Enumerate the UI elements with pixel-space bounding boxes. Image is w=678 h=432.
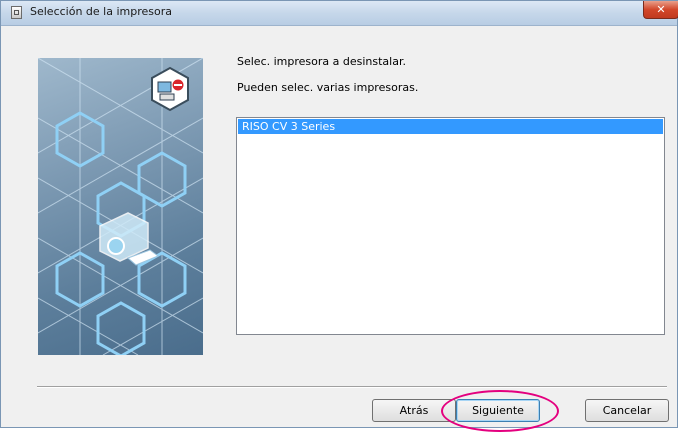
cancel-button[interactable]: Cancelar [585, 399, 669, 422]
multi-select-note: Pueden selec. varias impresoras. [237, 81, 419, 94]
wizard-side-image [38, 58, 203, 355]
uninstall-badge [151, 66, 189, 112]
close-button[interactable]: ✕ [643, 1, 678, 19]
printer-list-item[interactable]: RISO CV 3 Series [238, 119, 663, 134]
button-separator [37, 386, 667, 388]
printer-app-icon [11, 6, 22, 19]
back-button[interactable]: Atrás [372, 399, 456, 422]
hexagon-pattern-graphic [38, 58, 203, 355]
next-button[interactable]: Siguiente [456, 399, 540, 422]
printer-graphic [99, 212, 160, 266]
title-bar[interactable]: Selección de la impresora ✕ [1, 1, 678, 26]
instruction-label: Selec. impresora a desinstalar. [237, 55, 406, 68]
window-title: Selección de la impresora [30, 5, 172, 18]
printer-list[interactable]: RISO CV 3 Series [236, 117, 665, 335]
printer-selection-dialog: Selección de la impresora ✕ Selec. impre… [0, 0, 678, 432]
